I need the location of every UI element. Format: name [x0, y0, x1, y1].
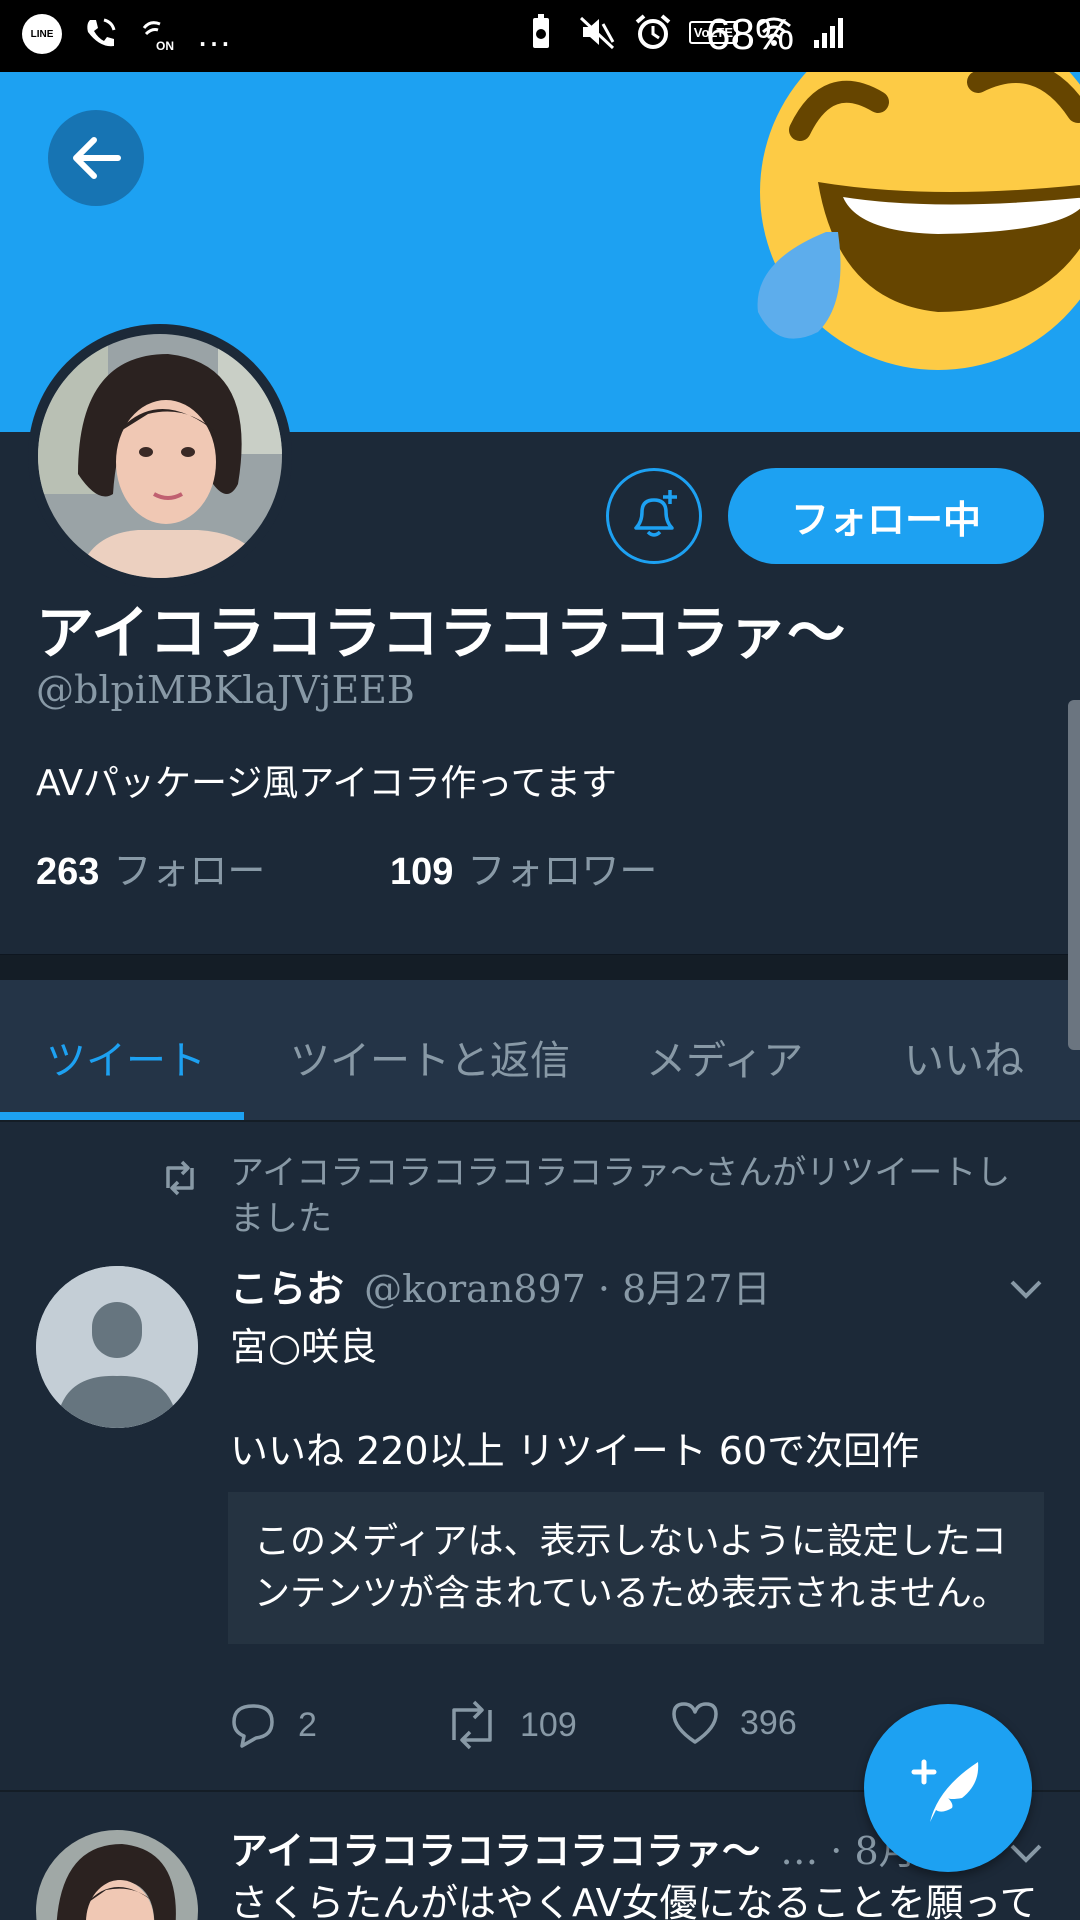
tweet-author-name[interactable]: こらお [230, 1267, 344, 1311]
profile-avatar[interactable] [28, 324, 292, 588]
tab-tweets[interactable]: ツイート [46, 1028, 206, 1086]
following-stat[interactable]: 263 フォロー [36, 840, 390, 895]
battery-percent: 68% [706, 10, 795, 59]
mute-icon [579, 16, 615, 50]
retweet-button[interactable]: 109 [444, 1700, 577, 1750]
following-count: 263 [36, 851, 100, 893]
profile-display-name: アイコラコラコラコラコラァ〜 [36, 599, 846, 667]
retweet-icon [166, 1160, 194, 1196]
bell-plus-icon [634, 490, 677, 537]
tab-tweets-and-replies[interactable]: ツイートと返信 [290, 1028, 570, 1086]
heart-icon [672, 1702, 718, 1744]
tweet-author-name[interactable]: アイコラコラコラコラコラァ〜 [230, 1829, 760, 1873]
media-hidden-notice[interactable]: このメディアは、表示しないように設定したコンテンツが含まれているため表示されませ… [228, 1492, 1044, 1644]
followers-label: フォロワー [467, 849, 658, 893]
tweet-meta: @koran897 · 8月27日 [364, 1267, 771, 1311]
like-count: 396 [740, 1703, 797, 1742]
default-avatar-icon [36, 1266, 198, 1428]
followers-count: 109 [390, 851, 454, 893]
battery-saver-icon [532, 14, 549, 48]
compose-tweet-button[interactable] [864, 1704, 1032, 1872]
active-tab-indicator [0, 1112, 244, 1120]
tab-likes[interactable]: いいね [904, 1028, 1024, 1086]
profile-photo [36, 1830, 198, 1920]
profile-tabs: ツイート ツイートと返信 メディア いいね [0, 980, 1080, 1122]
retweet-icon [452, 1700, 492, 1750]
wifi-call-icon [87, 18, 116, 47]
signal-icon [814, 18, 843, 48]
profile-bio: AVパッケージ風アイコラ作ってます [36, 763, 617, 804]
chevron-down-icon[interactable] [1008, 1278, 1044, 1302]
reply-button[interactable]: 2 [228, 1700, 317, 1750]
notifications-toggle-button[interactable] [606, 468, 702, 564]
alarm-icon [635, 14, 671, 49]
nfc-on-icon: ON [142, 21, 174, 53]
tweet-author-avatar[interactable] [36, 1266, 198, 1428]
profile-handle: @blpiMBKlaJVjEEB [36, 668, 415, 712]
reply-count: 2 [298, 1705, 317, 1744]
followers-stat[interactable]: 109 フォロワー [390, 840, 657, 895]
profile-photo [38, 334, 282, 578]
following-label: フォロー [113, 849, 266, 893]
profile-stats: 263 フォロー 109 フォロワー [36, 840, 657, 895]
notification-overflow: … [196, 13, 232, 54]
tweet-author-avatar[interactable] [36, 1830, 198, 1920]
status-bar: LINE ON … VoLTE 68% [0, 0, 1080, 72]
back-button[interactable] [48, 110, 144, 206]
scrollbar[interactable] [1068, 700, 1080, 1050]
retweet-count: 109 [520, 1705, 577, 1744]
tweet-header: こらお @koran897 · 8月27日 [230, 1258, 771, 1313]
reply-icon [232, 1704, 274, 1748]
tweet-text-line: いいね 220以上 リツイート 60で次回作 [230, 1429, 920, 1473]
line-app-icon: LINE [22, 14, 62, 54]
tweet-header: アイコラコラコラコラコラァ〜 … · 8月 [230, 1820, 917, 1875]
tab-media[interactable]: メディア [646, 1028, 803, 1086]
svg-text:ON: ON [156, 39, 174, 53]
following-button[interactable]: フォロー中 [728, 468, 1044, 564]
laughing-tears-emoji-icon [757, 72, 1080, 370]
compose-feather-icon [911, 1759, 979, 1822]
section-divider [0, 954, 1080, 980]
like-button[interactable]: 396 [670, 1700, 797, 1746]
chevron-down-icon[interactable] [1008, 1842, 1044, 1866]
tweet-text-line: さくらたんがはやくAV女優になることを願って [230, 1881, 1038, 1920]
arrow-left-icon [73, 137, 121, 179]
tweet-text-line: 宮○咲良 [230, 1325, 378, 1369]
retweeted-by-label: アイコラコラコラコラコラァ〜さんがリツイートしました [230, 1153, 1011, 1239]
